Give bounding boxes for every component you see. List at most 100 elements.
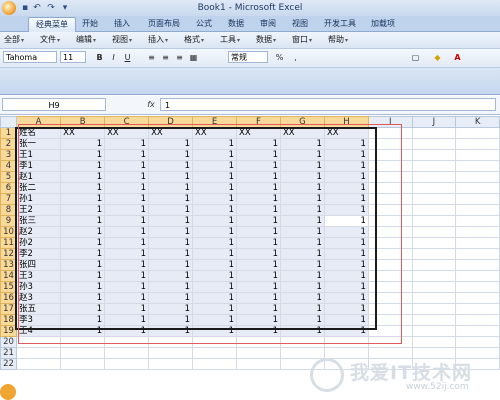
cell[interactable]: 1 [279, 292, 325, 304]
column-header[interactable]: G [279, 116, 325, 128]
cell[interactable]: 1 [148, 182, 194, 194]
column-header[interactable]: D [148, 116, 194, 128]
cell[interactable]: 1 [192, 160, 238, 172]
merge-cells-icon[interactable]: ▦ [188, 52, 199, 63]
row-header[interactable]: 4 [0, 160, 17, 172]
cell[interactable]: 1 [323, 259, 369, 271]
cell[interactable]: 孙2 [15, 237, 62, 249]
cell[interactable] [455, 127, 500, 139]
tab-view[interactable]: 视图 [288, 16, 312, 31]
cell[interactable]: 1 [148, 303, 194, 315]
cell[interactable]: 赵3 [15, 292, 62, 304]
cell[interactable]: 1 [148, 292, 194, 304]
cell[interactable]: XX [148, 127, 194, 139]
cell[interactable]: 1 [60, 270, 106, 282]
cell[interactable]: 1 [60, 314, 106, 326]
cell[interactable]: 1 [148, 314, 194, 326]
cell[interactable]: 1 [192, 259, 238, 271]
cell[interactable]: 李2 [15, 248, 62, 260]
cell[interactable]: 1 [60, 171, 106, 183]
column-header[interactable]: K [455, 116, 500, 128]
cell[interactable]: 1 [60, 193, 106, 205]
cell[interactable] [455, 270, 500, 282]
cell[interactable]: 李1 [15, 160, 62, 172]
cell[interactable]: 1 [236, 248, 281, 260]
cell[interactable] [411, 270, 457, 282]
row-header[interactable]: 12 [0, 248, 17, 260]
cell[interactable] [367, 171, 413, 183]
cell[interactable]: 1 [104, 171, 150, 183]
cell[interactable] [367, 138, 413, 150]
cell[interactable]: 1 [60, 237, 106, 249]
cell[interactable]: 1 [323, 292, 369, 304]
cell[interactable] [455, 215, 500, 227]
cell[interactable]: 1 [104, 325, 150, 337]
cell[interactable] [455, 336, 500, 348]
cell[interactable] [367, 292, 413, 304]
cell[interactable] [455, 204, 500, 216]
cell[interactable]: 1 [236, 303, 281, 315]
cell[interactable]: 1 [148, 138, 194, 150]
cell[interactable]: 赵1 [15, 171, 62, 183]
cell[interactable] [367, 314, 413, 326]
cell[interactable]: XX [236, 127, 281, 139]
cell[interactable] [411, 314, 457, 326]
cell[interactable]: 1 [236, 204, 281, 216]
cell[interactable] [455, 149, 500, 161]
cell[interactable]: 1 [148, 204, 194, 216]
cell[interactable]: 1 [60, 182, 106, 194]
cell[interactable] [367, 160, 413, 172]
cell[interactable]: 1 [192, 281, 238, 293]
cell[interactable] [455, 237, 500, 249]
font-name-select[interactable]: Tahoma [3, 51, 57, 63]
cell[interactable] [411, 336, 457, 348]
row-header[interactable]: 18 [0, 314, 17, 326]
cell[interactable]: 张四 [15, 259, 62, 271]
cell[interactable] [411, 303, 457, 315]
cell[interactable]: 1 [279, 182, 325, 194]
cell[interactable]: 1 [279, 215, 325, 227]
cell[interactable]: 1 [104, 303, 150, 315]
cell[interactable]: 1 [279, 325, 325, 337]
percent-icon[interactable]: , [290, 52, 301, 63]
cell[interactable]: 1 [192, 182, 238, 194]
select-all-corner[interactable] [0, 116, 17, 128]
cell[interactable] [236, 336, 281, 348]
cell[interactable] [367, 149, 413, 161]
cell[interactable]: 1 [104, 237, 150, 249]
cell[interactable]: 1 [236, 182, 281, 194]
cell[interactable] [367, 281, 413, 293]
cell[interactable]: 孙3 [15, 281, 62, 293]
cell[interactable]: XX [279, 127, 325, 139]
row-header[interactable]: 2 [0, 138, 17, 150]
tab-insert[interactable]: 插入 [110, 16, 134, 31]
menu-insert[interactable]: 插入▾ [148, 34, 168, 46]
cell[interactable]: 1 [192, 215, 238, 227]
cell[interactable]: 孙1 [15, 193, 62, 205]
cell[interactable]: 1 [192, 303, 238, 315]
cell[interactable]: 1 [192, 226, 238, 238]
cell[interactable]: 1 [60, 204, 106, 216]
tab-classic-menu[interactable]: 经典菜单 [28, 17, 76, 32]
cell[interactable] [15, 347, 62, 359]
cell[interactable]: 1 [60, 281, 106, 293]
cell[interactable]: 1 [279, 138, 325, 150]
cell[interactable] [192, 336, 238, 348]
row-header[interactable]: 14 [0, 270, 17, 282]
cell[interactable]: 1 [192, 314, 238, 326]
cell[interactable] [60, 347, 106, 359]
cell[interactable]: 1 [236, 270, 281, 282]
cell[interactable]: 1 [148, 325, 194, 337]
cell[interactable]: 1 [279, 281, 325, 293]
menu-format[interactable]: 格式▾ [184, 34, 204, 46]
cell[interactable] [411, 215, 457, 227]
bold-button[interactable]: B [94, 52, 105, 63]
row-header[interactable]: 17 [0, 303, 17, 315]
cell[interactable]: 1 [148, 160, 194, 172]
tab-home[interactable]: 开始 [78, 16, 102, 31]
cell[interactable] [104, 336, 150, 348]
tab-review[interactable]: 审阅 [256, 16, 280, 31]
cell[interactable]: 1 [192, 325, 238, 337]
cell[interactable]: 1 [323, 314, 369, 326]
cell[interactable]: 1 [192, 149, 238, 161]
